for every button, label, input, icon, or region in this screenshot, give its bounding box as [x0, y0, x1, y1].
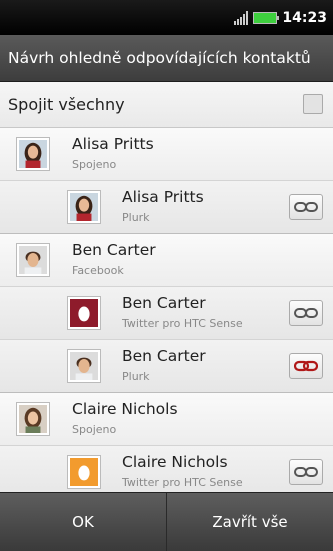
contact-source: Plurk: [122, 211, 150, 224]
status-time: 14:23: [282, 10, 327, 26]
contact-row[interactable]: Claire Nichols Spojeno: [0, 393, 333, 445]
person-photo-icon: [19, 140, 47, 168]
contact-source: Twitter pro HTC Sense: [122, 317, 243, 330]
contact-row[interactable]: Ben Carter Facebook: [0, 234, 333, 286]
avatar: [67, 455, 101, 489]
person-photo-icon: [70, 193, 98, 221]
person-photo-icon: [19, 405, 47, 433]
contact-group: Alisa Pritts Spojeno Alisa Pritts Plurk: [0, 128, 333, 234]
contact-group: Ben Carter Facebook Ben Carter Twitter p…: [0, 234, 333, 393]
status-icons: 14:23: [234, 8, 327, 28]
contact-name: Alisa Pritts: [72, 135, 154, 153]
contact-row[interactable]: Ben Carter Plurk: [0, 339, 333, 392]
avatar: [16, 243, 50, 277]
link-button[interactable]: [289, 353, 323, 379]
chain-broken-icon: [294, 202, 318, 212]
signal-bars-icon: [234, 11, 249, 25]
link-button[interactable]: [289, 300, 323, 326]
ok-button[interactable]: OK: [0, 493, 166, 551]
contact-source: Twitter pro HTC Sense: [122, 476, 243, 489]
contact-row[interactable]: Alisa Pritts Spojeno: [0, 128, 333, 180]
contact-source: Plurk: [122, 370, 150, 383]
contact-source: Spojeno: [72, 158, 117, 171]
egg-avatar-icon: [70, 458, 98, 486]
contact-row[interactable]: Alisa Pritts Plurk: [0, 180, 333, 233]
status-bar: 14:23: [0, 0, 333, 35]
egg-avatar-icon: [70, 299, 98, 327]
contact-suggestion-list[interactable]: Spojit všechny Alisa Pritts Spojeno Alis…: [0, 82, 333, 492]
chain-broken-icon: [294, 308, 318, 318]
dialog-title: Návrh ohledně odpovídajících kontaktů: [0, 35, 333, 82]
chain-broken-icon: [294, 467, 318, 477]
contact-row[interactable]: Claire Nichols Twitter pro HTC Sense: [0, 445, 333, 492]
avatar: [67, 349, 101, 383]
contact-group: Claire Nichols Spojeno Claire Nichols Tw…: [0, 393, 333, 492]
contact-name: Ben Carter: [122, 347, 206, 365]
close-all-button[interactable]: Zavřít vše: [166, 493, 333, 551]
avatar: [16, 402, 50, 436]
contact-name: Claire Nichols: [122, 453, 228, 471]
join-all-label: Spojit všechny: [8, 95, 125, 114]
contact-source: Facebook: [72, 264, 124, 277]
person-photo-icon: [70, 352, 98, 380]
join-all-checkbox[interactable]: [303, 94, 323, 114]
contact-name: Claire Nichols: [72, 400, 178, 418]
avatar: [67, 296, 101, 330]
join-all-row[interactable]: Spojit všechny: [0, 82, 333, 128]
contact-name: Alisa Pritts: [122, 188, 204, 206]
battery-icon: [253, 12, 280, 24]
person-photo-icon: [19, 246, 47, 274]
contact-name: Ben Carter: [122, 294, 206, 312]
dialog-button-bar: OK Zavřít vše: [0, 492, 333, 551]
link-button[interactable]: [289, 194, 323, 220]
contact-name: Ben Carter: [72, 241, 156, 259]
avatar: [16, 137, 50, 171]
contact-row[interactable]: Ben Carter Twitter pro HTC Sense: [0, 286, 333, 339]
contact-source: Spojeno: [72, 423, 117, 436]
chain-linked-icon: [294, 360, 318, 372]
link-button[interactable]: [289, 459, 323, 485]
avatar: [67, 190, 101, 224]
